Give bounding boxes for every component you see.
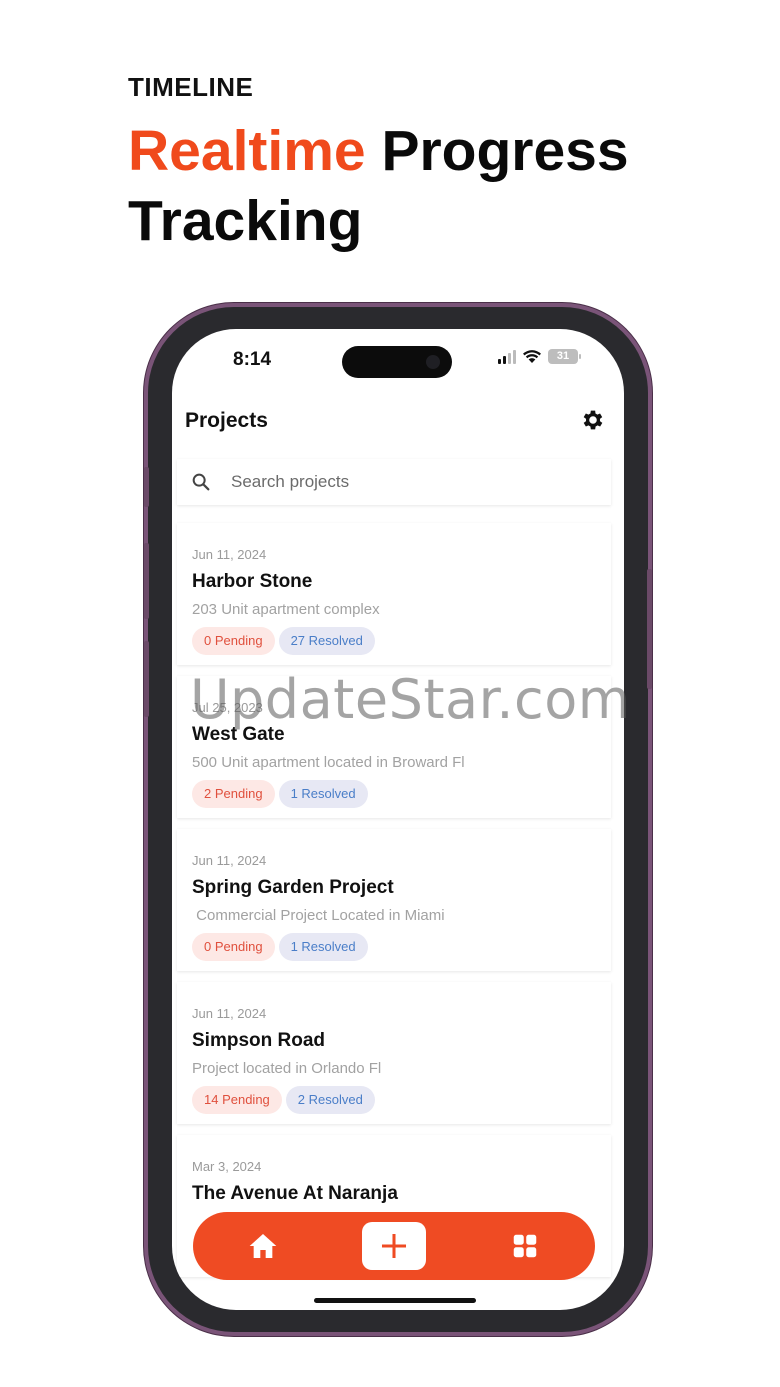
project-date: Mar 3, 2024 — [192, 1159, 262, 1174]
project-description: 500 Unit apartment located in Broward Fl — [192, 754, 465, 771]
project-list: Jun 11, 2024 Harbor Stone 203 Unit apart… — [177, 523, 611, 1288]
project-date: Jul 25, 2023 — [192, 700, 263, 715]
project-description: 203 Unit apartment complex — [192, 601, 380, 618]
phone-screen: 8:14 31 Projects Jun 1 — [172, 329, 624, 1310]
wifi-icon — [523, 350, 541, 363]
resolved-badge: 1 Resolved — [278, 780, 368, 808]
eyebrow-label: TIMELINE — [128, 72, 254, 102]
project-description: Project located in Orlando Fl — [192, 1060, 382, 1077]
gear-icon[interactable] — [580, 407, 606, 433]
nav-grid-button[interactable] — [505, 1226, 545, 1266]
project-description: Commercial Project Located in Miami — [192, 907, 445, 924]
project-card[interactable]: Jul 25, 2023 West Gate 500 Unit apartmen… — [177, 676, 611, 818]
pending-badge: 0 Pending — [192, 627, 275, 655]
bottom-nav — [193, 1212, 595, 1280]
project-card[interactable]: Jun 11, 2024 Harbor Stone 203 Unit apart… — [177, 523, 611, 665]
status-time: 8:14 — [233, 349, 272, 370]
dynamic-island — [342, 346, 452, 378]
project-name: Spring Garden Project — [192, 877, 394, 898]
headline-line2: Tracking — [128, 189, 363, 253]
pending-badge: 14 Pending — [192, 1086, 282, 1114]
volume-down-button — [144, 641, 149, 717]
project-card[interactable]: Jun 11, 2024 Spring Garden Project Comme… — [177, 829, 611, 971]
headline-accent: Realtime — [128, 119, 366, 183]
resolved-badge: 1 Resolved — [278, 933, 368, 961]
phone-frame: 8:14 31 Projects Jun 1 — [144, 307, 652, 1332]
pending-badge: 0 Pending — [192, 933, 275, 961]
signal-icon — [498, 349, 516, 364]
camera-icon — [426, 355, 440, 369]
search-icon — [192, 473, 210, 491]
battery-icon: 31 — [548, 349, 581, 364]
search-bar[interactable] — [177, 459, 611, 505]
home-indicator — [314, 1298, 476, 1303]
project-date: Jun 11, 2024 — [192, 547, 267, 562]
page-title: Projects — [185, 409, 268, 432]
project-name: Simpson Road — [192, 1030, 326, 1051]
status-chips: 0 Pending 27 Resolved — [192, 627, 375, 655]
nav-home-button[interactable] — [243, 1226, 283, 1266]
resolved-badge: 2 Resolved — [285, 1086, 375, 1114]
status-icons: 31 — [498, 349, 581, 364]
action-button — [144, 467, 149, 507]
status-chips: 2 Pending 1 Resolved — [192, 780, 368, 808]
project-date: Jun 11, 2024 — [192, 853, 267, 868]
resolved-badge: 27 Resolved — [278, 627, 375, 655]
marketing-headline: Realtime Progress Tracking — [128, 116, 629, 256]
headline-rest: Progress — [365, 119, 629, 183]
status-chips: 0 Pending 1 Resolved — [192, 933, 368, 961]
add-project-button[interactable] — [362, 1222, 426, 1270]
power-button — [647, 569, 652, 689]
project-card[interactable]: Jun 11, 2024 Simpson Road Project locate… — [177, 982, 611, 1124]
project-name: Harbor Stone — [192, 571, 313, 592]
volume-up-button — [144, 543, 149, 619]
home-icon — [249, 1234, 277, 1258]
pending-badge: 2 Pending — [192, 780, 275, 808]
status-chips: 14 Pending 2 Resolved — [192, 1086, 375, 1114]
grid-icon — [513, 1234, 537, 1258]
project-date: Jun 11, 2024 — [192, 1006, 267, 1021]
search-input[interactable] — [229, 471, 593, 493]
plus-icon — [381, 1233, 407, 1259]
project-name: West Gate — [192, 724, 285, 745]
project-name: The Avenue At Naranja — [192, 1183, 398, 1204]
